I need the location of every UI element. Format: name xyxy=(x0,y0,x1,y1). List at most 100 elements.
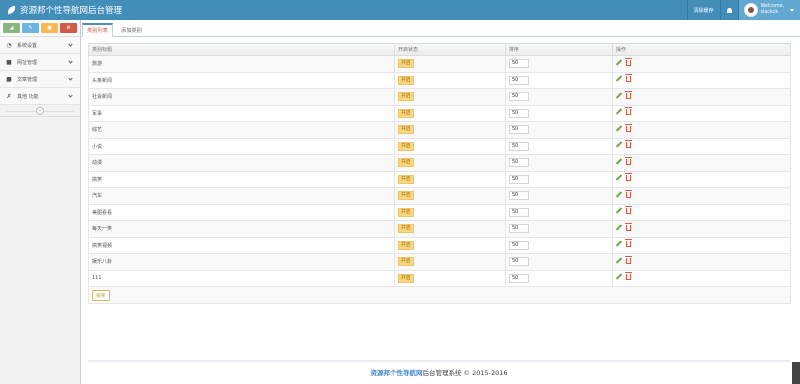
edit-pencil-icon[interactable] xyxy=(616,93,622,99)
category-title: 小说 xyxy=(88,137,395,155)
sort-button[interactable]: 排序 xyxy=(92,289,110,301)
delete-trash-icon[interactable] xyxy=(625,222,632,231)
sort-input[interactable]: 50 xyxy=(509,207,529,217)
scroll-up-button[interactable] xyxy=(792,362,800,384)
status-badge[interactable]: 开启 xyxy=(398,224,414,234)
sort-cell: 50 xyxy=(505,203,613,221)
actions-cell xyxy=(612,154,791,172)
status-badge[interactable]: 开启 xyxy=(398,75,414,85)
delete-trash-icon[interactable] xyxy=(625,189,632,198)
sort-input[interactable]: 50 xyxy=(509,240,529,250)
status-badge[interactable]: 开启 xyxy=(398,207,414,217)
edit-pencil-icon[interactable] xyxy=(616,142,622,148)
delete-trash-icon[interactable] xyxy=(625,90,632,99)
top-navbar: 资源邦个性导航网后台管理 清除缓存 Welcome, slackck xyxy=(0,0,800,20)
delete-trash-icon[interactable] xyxy=(625,140,632,149)
edit-pencil-icon[interactable] xyxy=(616,241,622,247)
edit-pencil-icon[interactable] xyxy=(616,126,622,132)
edit-pencil-icon[interactable] xyxy=(616,60,622,66)
status-badge[interactable]: 开启 xyxy=(398,240,414,250)
sort-input[interactable]: 50 xyxy=(509,125,529,135)
category-table: 类别标题 开启状态 排序 操作 旅游 开启 50 头条新闻 开启 50 社会新闻 开启 50 军事… xyxy=(88,43,791,304)
status-badge[interactable]: 开启 xyxy=(398,92,414,102)
sort-cell: 50 xyxy=(505,55,613,73)
delete-trash-icon[interactable] xyxy=(625,107,632,116)
tab-add-category[interactable]: 添加类别 xyxy=(117,23,146,37)
status-badge[interactable]: 开启 xyxy=(398,141,414,151)
status-badge[interactable]: 开启 xyxy=(398,108,414,118)
sort-input[interactable]: 50 xyxy=(509,141,529,151)
sort-input[interactable]: 50 xyxy=(509,75,529,85)
edit-pencil-icon[interactable] xyxy=(616,192,622,198)
users-shortcut-button[interactable]: ● xyxy=(41,23,58,33)
brand[interactable]: 资源邦个性导航网后台管理 xyxy=(6,4,123,16)
sidebar-item-article-management[interactable]: ■ 文章管理 xyxy=(0,71,80,88)
clear-cache-button[interactable]: 清除缓存 xyxy=(686,0,720,20)
collapse-sidebar-button[interactable]: « xyxy=(36,107,44,115)
sort-input[interactable]: 50 xyxy=(509,158,529,168)
delete-trash-icon[interactable] xyxy=(625,272,632,281)
status-badge[interactable]: 开启 xyxy=(398,59,414,69)
category-title: 搞笑 xyxy=(88,170,395,188)
category-title: 头条新闻 xyxy=(88,71,395,89)
edit-pencil-icon[interactable] xyxy=(616,76,622,82)
edit-pencil-icon[interactable] xyxy=(616,159,622,165)
edit-pencil-icon[interactable] xyxy=(616,208,622,214)
username: slackck xyxy=(760,10,779,15)
sort-input[interactable]: 50 xyxy=(509,257,529,267)
delete-trash-icon[interactable] xyxy=(625,156,632,165)
wrench-icon: ✗ xyxy=(6,92,12,100)
sort-input[interactable]: 50 xyxy=(509,108,529,118)
delete-trash-icon[interactable] xyxy=(625,255,632,264)
status-badge[interactable]: 开启 xyxy=(398,158,414,168)
delete-trash-icon[interactable] xyxy=(625,123,632,132)
app-title: 资源邦个性导航网后台管理 xyxy=(20,6,123,16)
edit-pencil-icon[interactable] xyxy=(616,225,622,231)
sidebar-item-url-management[interactable]: ■ 网址管理 xyxy=(0,54,80,71)
sidebar-item-label: 系统设置 xyxy=(17,42,38,49)
category-title: 旅游 xyxy=(88,55,395,73)
status-badge[interactable]: 开启 xyxy=(398,257,414,267)
delete-trash-icon[interactable] xyxy=(625,173,632,182)
status-cell: 开启 xyxy=(394,104,506,122)
sort-input[interactable]: 50 xyxy=(509,191,529,201)
actions-cell xyxy=(612,220,791,238)
chevron-down-icon xyxy=(68,42,73,47)
stats-shortcut-button[interactable]: ◢ xyxy=(3,23,20,33)
sort-input[interactable]: 50 xyxy=(509,224,529,234)
table-row: 搞笑视频 开启 50 xyxy=(88,236,791,254)
sort-input[interactable]: 50 xyxy=(509,273,529,283)
sidebar-item-other-functions[interactable]: ✗ 其他 功能 xyxy=(0,88,80,105)
tab-category-list[interactable]: 类别列表 xyxy=(82,23,113,37)
delete-trash-icon[interactable] xyxy=(625,239,632,248)
category-table-container: 类别标题 开启状态 排序 操作 旅游 开启 50 头条新闻 开启 50 社会新闻 开启 50 军事… xyxy=(88,43,791,304)
status-cell: 开启 xyxy=(394,203,506,221)
status-badge[interactable]: 开启 xyxy=(398,191,414,201)
table-header-row: 类别标题 开启状态 排序 操作 xyxy=(88,43,791,56)
edit-pencil-icon[interactable] xyxy=(616,175,622,181)
delete-trash-icon[interactable] xyxy=(625,74,632,83)
edit-pencil-icon[interactable] xyxy=(616,109,622,115)
notifications-button[interactable] xyxy=(719,0,738,20)
edit-pencil-icon[interactable] xyxy=(616,274,622,280)
table-row: 军事 开启 50 xyxy=(88,104,791,122)
delete-trash-icon[interactable] xyxy=(625,206,632,215)
chevron-down-icon xyxy=(68,93,73,98)
settings-shortcut-button[interactable]: ⚙ xyxy=(60,23,77,33)
sort-input[interactable]: 50 xyxy=(509,92,529,102)
table-row: 美图看看 开启 50 xyxy=(88,203,791,221)
status-badge[interactable]: 开启 xyxy=(398,273,414,283)
user-menu[interactable]: Welcome, slackck xyxy=(737,0,800,20)
status-badge[interactable]: 开启 xyxy=(398,125,414,135)
edit-shortcut-button[interactable]: ✎ xyxy=(22,23,39,33)
sort-input[interactable]: 50 xyxy=(509,59,529,69)
sidebar-item-system-settings[interactable]: ◔ 系统设置 xyxy=(0,37,80,54)
sort-input[interactable]: 50 xyxy=(509,174,529,184)
status-badge[interactable]: 开启 xyxy=(398,174,414,184)
edit-pencil-icon[interactable] xyxy=(616,258,622,264)
delete-trash-icon[interactable] xyxy=(625,57,632,66)
status-cell: 开启 xyxy=(394,137,506,155)
table-row: 头条新闻 开启 50 xyxy=(88,71,791,89)
sort-cell: 50 xyxy=(505,154,613,172)
sort-cell: 50 xyxy=(505,269,613,287)
